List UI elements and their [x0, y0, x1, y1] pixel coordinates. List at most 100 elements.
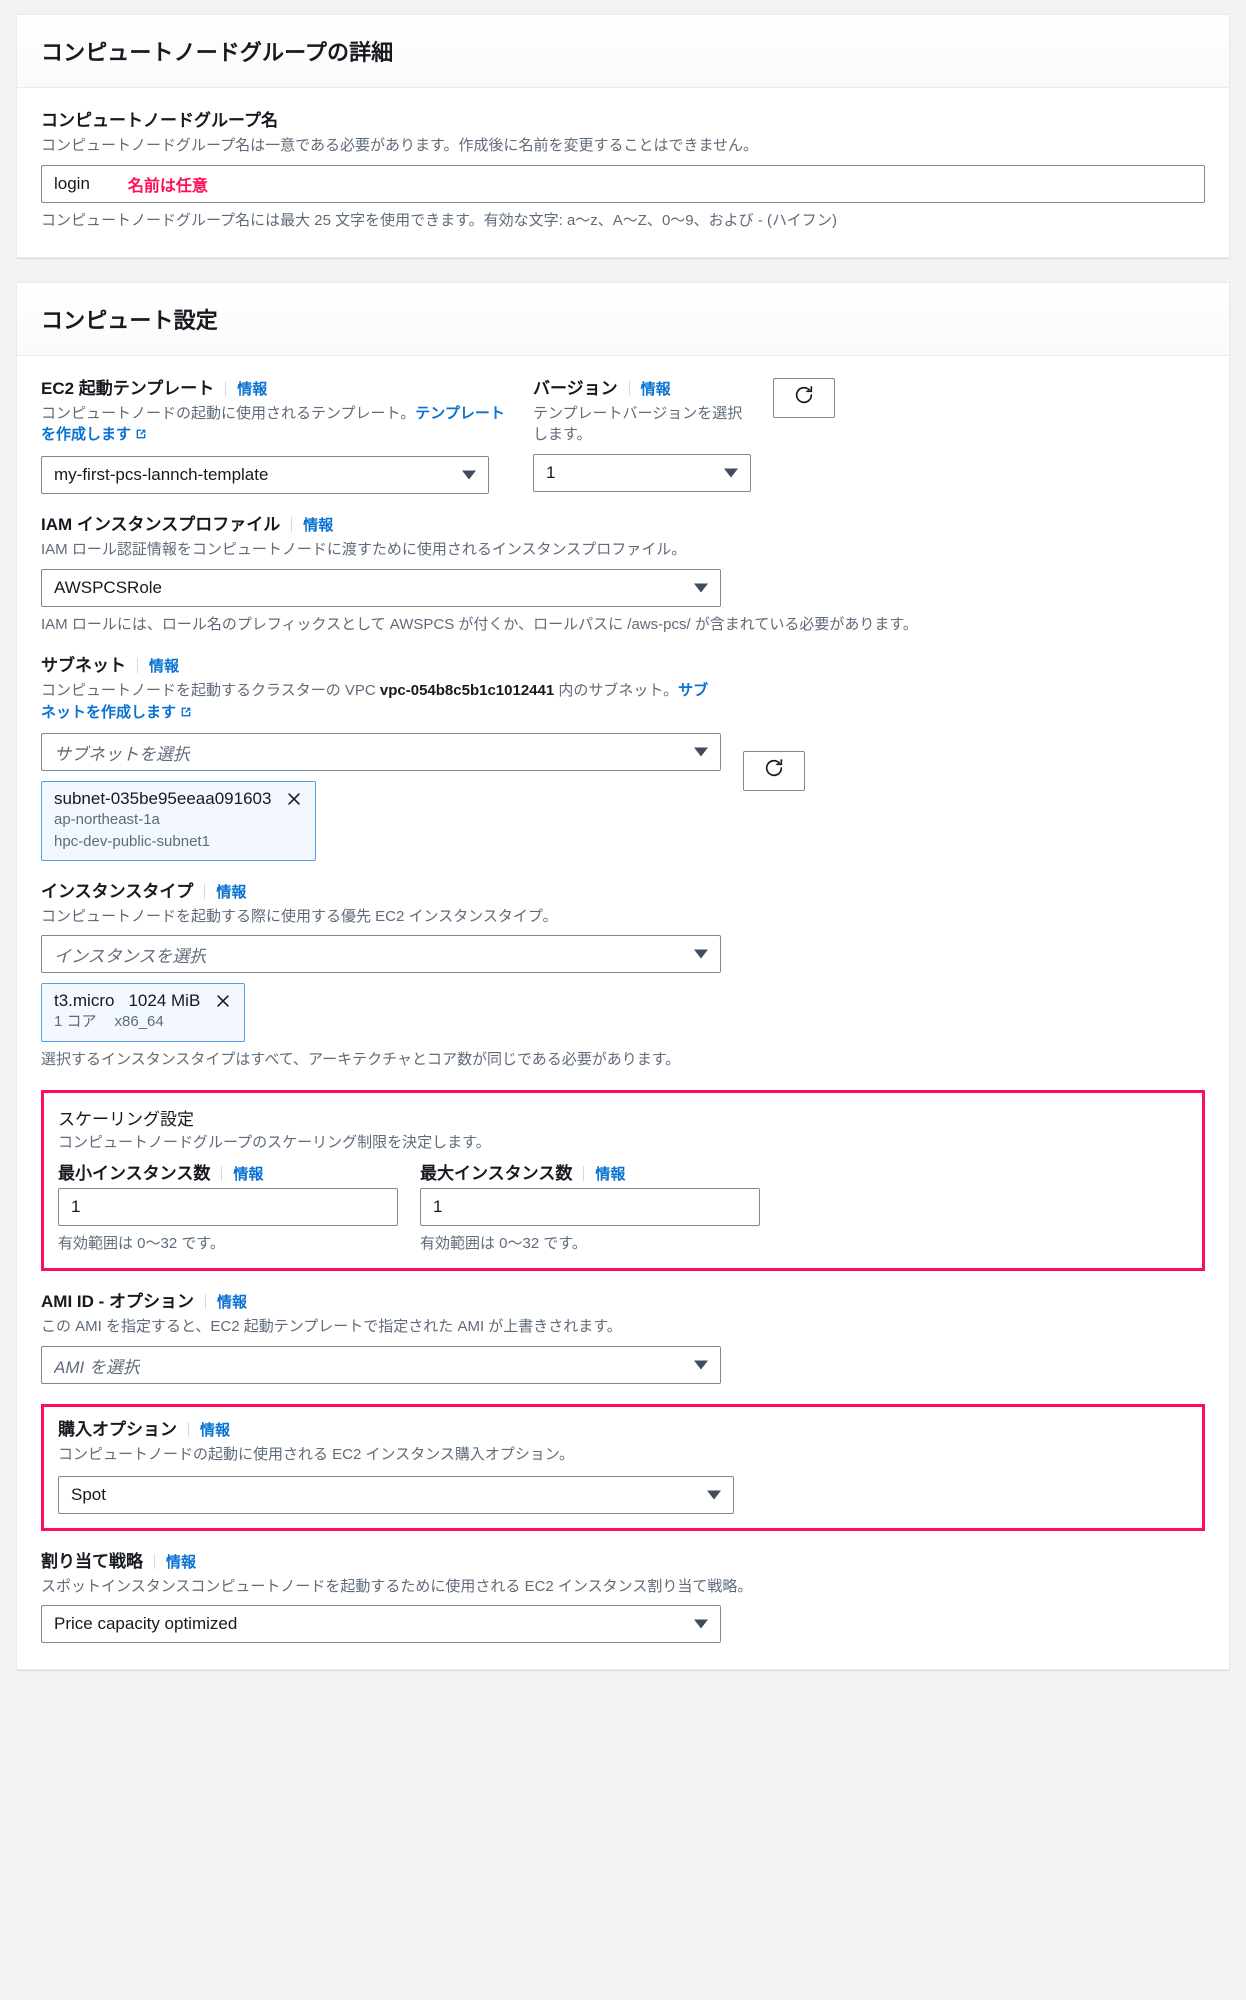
launch-template-row: EC2 起動テンプレート 情報 コンピュートノードの起動に使用されるテンプレート…	[41, 377, 1205, 495]
info-link-iam-profile[interactable]: 情報	[303, 514, 333, 535]
compute-settings-title: コンピュート設定	[41, 307, 218, 333]
subnet-select[interactable]: サブネットを選択	[41, 733, 721, 772]
version-value: 1	[546, 463, 556, 483]
ami-id-label-row: AMI ID - オプション 情報	[41, 1291, 1205, 1314]
info-link-version[interactable]: 情報	[641, 378, 671, 399]
version-select[interactable]: 1	[533, 454, 751, 493]
info-link-purchase-option[interactable]: 情報	[200, 1419, 230, 1440]
launch-template-description-text: コンピュートノードの起動に使用されるテンプレート。	[41, 404, 416, 422]
subnet-row: サブネット 情報 コンピュートノードを起動するクラスターの VPC vpc-05…	[41, 655, 1205, 861]
label-divider	[221, 1166, 223, 1182]
instance-type-token-memory: 1024 MiB	[128, 991, 201, 1011]
purchase-option-description: コンピュートノードの起動に使用される EC2 インスタンス購入オプション。	[58, 1446, 575, 1463]
purchase-option-select[interactable]: Spot	[58, 1475, 734, 1514]
chevron-down-icon	[694, 1360, 708, 1370]
iam-profile-label-row: IAM インスタンスプロファイル 情報	[41, 514, 1205, 537]
compute-settings-card: コンピュート設定 EC2 起動テンプレート 情報 コンピュートノードの起動に使用…	[16, 281, 1230, 1671]
subnet-token-id: subnet-035be95eeaa091603	[54, 789, 272, 809]
info-link-subnet[interactable]: 情報	[149, 655, 179, 676]
compute-node-group-details-card: コンピュートノードグループの詳細 コンピュートノードグループ名 コンピュートノー…	[16, 14, 1230, 258]
launch-template-label-row: EC2 起動テンプレート 情報	[41, 378, 511, 401]
min-instances-hint: 有効範囲は 0〜32 です。	[58, 1235, 225, 1253]
node-group-name-value: login	[54, 173, 90, 193]
node-group-name-field: コンピュートノードグループ名 コンピュートノードグループ名は一意である必要があり…	[41, 110, 1205, 231]
max-instances-input[interactable]: 1	[420, 1188, 760, 1227]
chevron-down-icon	[707, 1490, 721, 1500]
iam-profile-select[interactable]: AWSPCSRole	[41, 568, 721, 607]
allocation-strategy-field: 割り当て戦略 情報 スポットインスタンスコンピュートノードを起動するために使用さ…	[41, 1551, 1205, 1644]
label-divider	[188, 1422, 189, 1438]
instance-type-token-sub: 1 コア x86_64	[54, 1012, 232, 1032]
iam-profile-value: AWSPCSRole	[54, 577, 163, 597]
instance-type-token-cores: 1 コア	[54, 1013, 97, 1031]
compute-settings-card-body: EC2 起動テンプレート 情報 コンピュートノードの起動に使用されるテンプレート…	[17, 356, 1229, 1670]
info-link-allocation-strategy[interactable]: 情報	[166, 1551, 196, 1572]
max-instances-hint: 有効範囲は 0〜32 です。	[420, 1235, 587, 1253]
page-root: コンピュートノードグループの詳細 コンピュートノードグループ名 コンピュートノー…	[0, 0, 1246, 1671]
version-label-row: バージョン 情報	[533, 378, 751, 401]
close-icon[interactable]	[285, 790, 303, 808]
min-instances-value: 1	[71, 1197, 81, 1217]
subnet-description-mid: 内のサブネット。	[554, 681, 679, 699]
min-instances-label-row: 最小インスタンス数 情報	[58, 1163, 398, 1186]
external-link-icon	[179, 704, 193, 726]
ami-id-field: AMI ID - オプション 情報 この AMI を指定すると、EC2 起動テン…	[41, 1291, 1205, 1385]
max-instances-label-row: 最大インスタンス数 情報	[420, 1163, 760, 1186]
instance-type-select[interactable]: インスタンスを選択	[41, 935, 721, 974]
ami-id-select[interactable]: AMI を選択	[41, 1346, 721, 1385]
vpc-id: vpc-054b8c5b1c1012441	[379, 681, 555, 699]
version-description: テンプレートバージョンを選択します。	[533, 404, 743, 444]
launch-template-field: EC2 起動テンプレート 情報 コンピュートノードの起動に使用されるテンプレート…	[41, 378, 511, 495]
instance-type-hint: 選択するインスタンスタイプはすべて、アーキテクチャとコア数が同じである必要があり…	[41, 1050, 681, 1068]
ami-id-description: この AMI を指定すると、EC2 起動テンプレートで指定された AMI が上書…	[41, 1318, 622, 1336]
label-divider	[628, 380, 630, 396]
launch-template-description: コンピュートノードの起動に使用されるテンプレート。テンプレートを作成します	[41, 403, 511, 449]
label-divider	[225, 380, 227, 396]
allocation-strategy-value: Price capacity optimized	[54, 1614, 238, 1634]
scaling-settings-title: スケーリング設定	[58, 1109, 194, 1129]
chevron-down-icon	[694, 949, 708, 959]
chevron-down-icon	[694, 583, 708, 593]
node-group-name-hint: コンピュートノードグループ名には最大 25 文字を使用できます。有効な文字: a…	[41, 211, 837, 229]
info-link-instance-type[interactable]: 情報	[216, 881, 246, 902]
scaling-settings-description: コンピュートノードグループのスケーリング制限を決定します。	[58, 1133, 491, 1151]
purchase-option-label-row: 購入オプション 情報	[58, 1419, 1188, 1442]
launch-template-select[interactable]: my-first-pcs-lannch-template	[41, 456, 489, 495]
refresh-subnets-button[interactable]	[743, 750, 805, 791]
launch-template-label: EC2 起動テンプレート	[41, 378, 215, 398]
instance-type-label: インスタンスタイプ	[41, 881, 194, 901]
allocation-strategy-select[interactable]: Price capacity optimized	[41, 1605, 721, 1644]
subnet-token-main: subnet-035be95eeaa091603	[54, 789, 303, 809]
node-group-name-description: コンピュートノードグループ名は一意である必要があります。作成後に名前を変更するこ…	[41, 136, 759, 154]
info-link-launch-template[interactable]: 情報	[237, 378, 267, 399]
instance-type-token-main: t3.micro 1024 MiB	[54, 991, 232, 1011]
version-label: バージョン	[533, 378, 618, 398]
label-divider	[204, 883, 206, 899]
label-divider	[583, 1166, 585, 1182]
info-link-min-instances[interactable]: 情報	[233, 1163, 263, 1184]
allocation-strategy-label-row: 割り当て戦略 情報	[41, 1551, 1205, 1574]
allocation-strategy-description: スポットインスタンスコンピュートノードを起動するために使用される EC2 インス…	[41, 1577, 753, 1595]
node-group-name-input[interactable]: login 名前は任意	[41, 164, 1205, 203]
instance-type-label-row: インスタンスタイプ 情報	[41, 881, 1205, 904]
ami-id-label: AMI ID - オプション	[41, 1292, 194, 1312]
subnet-token-az: ap-northeast-1a	[54, 811, 160, 829]
instance-type-token-name: t3.micro	[54, 991, 115, 1011]
min-instances-input[interactable]: 1	[58, 1188, 398, 1227]
template-version-field: バージョン 情報 テンプレートバージョンを選択します。 1	[533, 378, 751, 493]
launch-template-value: my-first-pcs-lannch-template	[54, 465, 269, 485]
label-divider	[137, 657, 138, 673]
close-icon[interactable]	[214, 992, 232, 1010]
chevron-down-icon	[694, 747, 708, 757]
scaling-settings-highlight-box: スケーリング設定 コンピュートノードグループのスケーリング制限を決定します。 最…	[41, 1089, 1205, 1272]
iam-profile-label: IAM インスタンスプロファイル	[41, 515, 281, 535]
info-link-ami-id[interactable]: 情報	[217, 1291, 247, 1312]
purchase-option-value: Spot	[71, 1484, 106, 1504]
instance-type-description: コンピュートノードを起動する際に使用する優先 EC2 インスタンスタイプ。	[41, 907, 558, 925]
version-refresh-wrap	[773, 377, 835, 418]
label-divider	[205, 1294, 206, 1310]
refresh-icon	[763, 757, 785, 784]
refresh-versions-button[interactable]	[773, 377, 835, 418]
info-link-max-instances[interactable]: 情報	[595, 1163, 625, 1184]
subnet-placeholder: サブネットを選択	[54, 744, 190, 764]
